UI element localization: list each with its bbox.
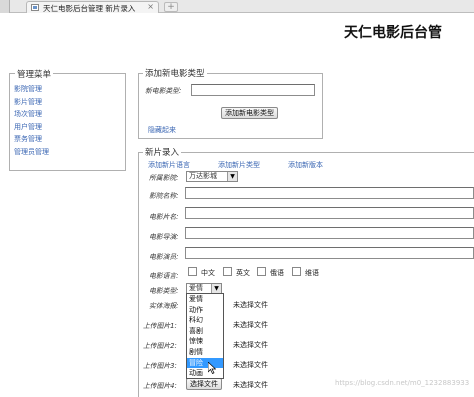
add-type-link[interactable]: 添加新片类型 <box>218 160 260 170</box>
menu-item-showtime[interactable]: 场次管理 <box>14 109 49 122</box>
cinema-select[interactable]: 万达影城 ▼ <box>186 171 238 182</box>
language-checkbox-russian[interactable] <box>257 267 266 276</box>
director-input[interactable] <box>185 227 474 239</box>
actor-label: 电影演员: <box>149 253 179 261</box>
type-option-thriller[interactable]: 惊悚 <box>187 336 223 347</box>
new-type-label: 新电影类型: <box>145 87 182 95</box>
cinema-select-value: 万达影城 <box>189 172 217 180</box>
tab-title: 天仁电影后台管理 新片录入 <box>43 4 136 13</box>
add-version-link[interactable]: 添加新版本 <box>288 160 323 170</box>
pic3-file-status: 未选择文件 <box>233 361 268 369</box>
movie-type-dropdown-list[interactable]: 爱情 动作 科幻 喜剧 惊悚 剧情 冒险 动画 <box>186 293 224 379</box>
cinema-name-label: 影院名称: <box>149 192 179 200</box>
site-title: 天仁电影后台管 <box>344 25 442 41</box>
movie-title-input[interactable] <box>185 207 474 219</box>
browser-tab-strip: 天仁电影后台管理 新片录入 × + <box>0 0 474 13</box>
add-type-button[interactable]: 添加新电影类型 <box>221 107 278 119</box>
pic4-label: 上传图片4: <box>143 382 177 390</box>
language-label-chinese: 中文 <box>201 269 215 277</box>
admin-menu-list: 影院管理 影片管理 场次管理 用户管理 票务管理 管理员管理 <box>14 84 49 159</box>
type-option-animation[interactable]: 动画 <box>187 368 223 379</box>
language-label-uyghur: 维语 <box>305 269 319 277</box>
cinema-name-input[interactable] <box>185 187 474 199</box>
new-type-input[interactable] <box>191 84 315 96</box>
pic4-choose-file-button[interactable]: 选择文件 <box>186 378 222 390</box>
language-label-english: 英文 <box>236 269 250 277</box>
type-option-scifi[interactable]: 科幻 <box>187 315 223 326</box>
language-label-russian: 俄语 <box>270 269 284 277</box>
chevron-down-icon: ▼ <box>211 284 221 293</box>
movie-type-label: 电影类型: <box>149 287 179 295</box>
chevron-down-icon: ▼ <box>227 172 237 181</box>
menu-item-cinema[interactable]: 影院管理 <box>14 84 49 97</box>
pic2-label: 上传图片2: <box>143 342 177 350</box>
admin-menu: 管理菜单 影院管理 影片管理 场次管理 用户管理 票务管理 管理员管理 <box>9 68 126 171</box>
language-checkbox-english[interactable] <box>223 267 232 276</box>
language-label: 电影语言: <box>149 272 179 280</box>
movie-type-select-value: 爱情 <box>189 284 203 292</box>
hide-link[interactable]: 隐藏起来 <box>148 125 176 135</box>
add-type-fieldset: 添加新电影类型 新电影类型: 添加新电影类型 隐藏起来 <box>138 67 323 139</box>
actor-input[interactable] <box>185 247 474 259</box>
admin-menu-legend: 管理菜单 <box>15 68 54 80</box>
movie-title-label: 电影片名: <box>149 213 179 221</box>
pic4-file-status: 未选择文件 <box>233 381 268 389</box>
type-option-romance[interactable]: 爱情 <box>187 294 223 305</box>
new-movie-legend: 新片录入 <box>143 146 182 158</box>
add-language-link[interactable]: 添加新片语言 <box>148 160 190 170</box>
poster-label: 实体海报: <box>149 302 179 310</box>
director-label: 电影导演: <box>149 233 179 241</box>
type-option-action[interactable]: 动作 <box>187 305 223 316</box>
browser-tab[interactable]: 天仁电影后台管理 新片录入 × <box>26 1 159 13</box>
cinema-label: 所属影院: <box>149 174 179 182</box>
pic1-label: 上传图片1: <box>143 322 177 330</box>
menu-item-ticket[interactable]: 票务管理 <box>14 134 49 147</box>
menu-item-user[interactable]: 用户管理 <box>14 122 49 135</box>
pic2-file-status: 未选择文件 <box>233 341 268 349</box>
pic1-file-status: 未选择文件 <box>233 321 268 329</box>
poster-file-status: 未选择文件 <box>233 301 268 309</box>
mouse-pointer-icon <box>208 362 216 374</box>
new-tab-button[interactable]: + <box>164 2 178 12</box>
type-option-drama[interactable]: 剧情 <box>187 347 223 358</box>
menu-item-admin[interactable]: 管理员管理 <box>14 147 49 160</box>
add-type-legend: 添加新电影类型 <box>143 67 207 79</box>
tab-close-icon[interactable]: × <box>147 2 154 11</box>
language-checkbox-uyghur[interactable] <box>292 267 301 276</box>
watermark: https://blog.csdn.net/m0_1232883933 <box>335 379 470 387</box>
tab-strip-edge <box>0 0 10 13</box>
type-option-adventure[interactable]: 冒险 <box>187 357 223 369</box>
pic3-label: 上传图片3: <box>143 362 177 370</box>
type-option-comedy[interactable]: 喜剧 <box>187 326 223 337</box>
menu-item-movie[interactable]: 影片管理 <box>14 97 49 110</box>
page-favicon-icon <box>31 4 39 11</box>
language-checkbox-chinese[interactable] <box>188 267 197 276</box>
